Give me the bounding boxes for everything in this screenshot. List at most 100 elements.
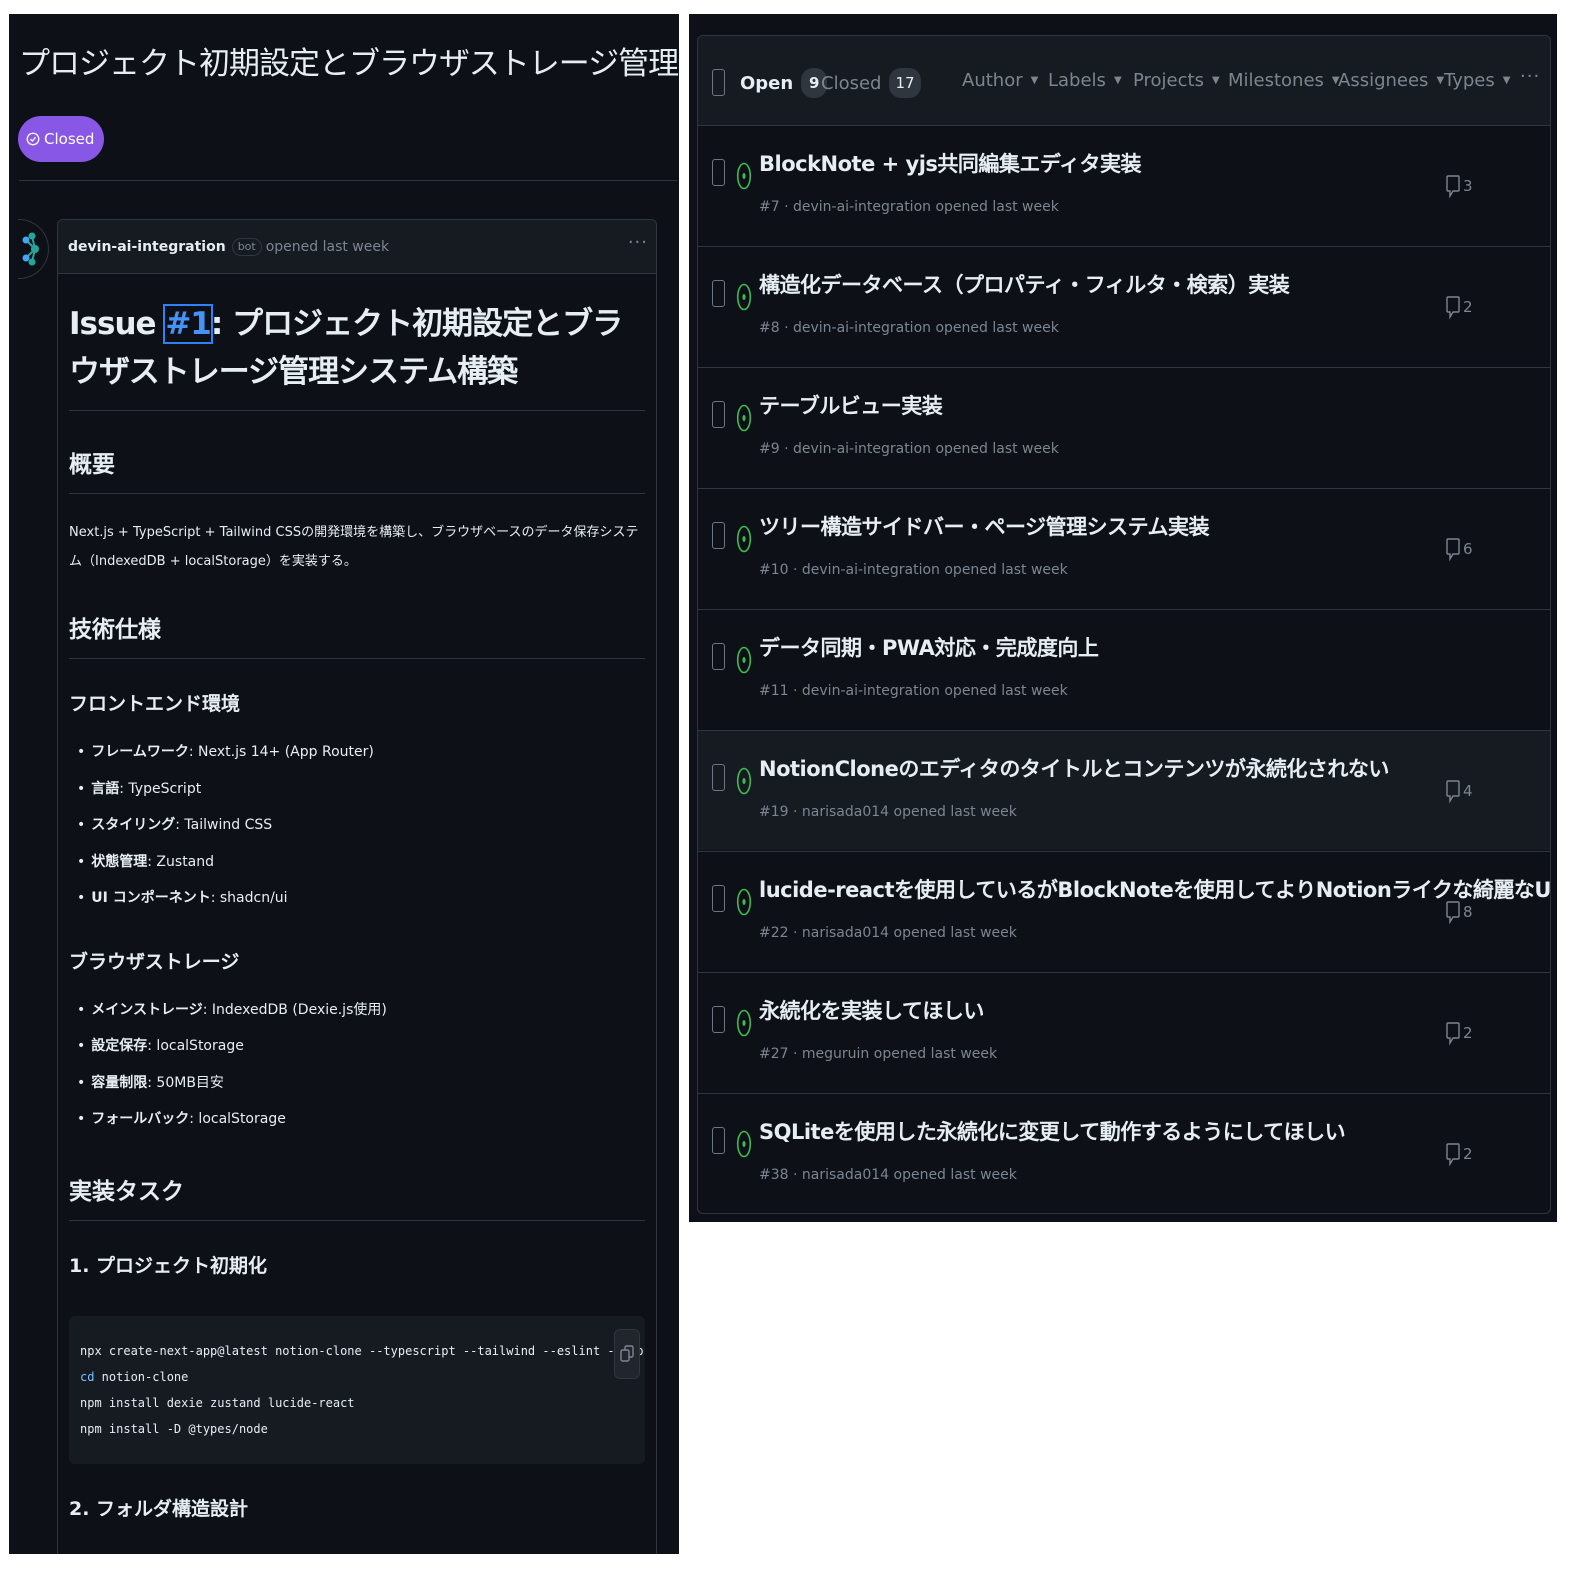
list-item-value: : Next.js 14+ (App Router) <box>188 744 374 760</box>
comment-count: 8 <box>1463 903 1473 921</box>
issue-row[interactable]: データ同期・PWA対応・完成度向上 #11 · devin-ai-integrat… <box>698 609 1550 729</box>
issue-checkbox[interactable] <box>712 401 725 428</box>
open-issues-tab[interactable]: Open 9 <box>740 68 828 98</box>
bot-badge: bot <box>231 237 262 256</box>
frontend-list: フレームワーク: Next.js 14+ (App Router) 言語: Ty… <box>69 734 645 917</box>
comment-body: Issue #1: プロジェクト初期設定とブラウザストレージ管理システム構築 概… <box>58 300 656 1521</box>
issue-meta: #9 · devin-ai-integration opened last we… <box>759 441 1059 457</box>
assignees-filter[interactable]: Assignees ▼ <box>1338 70 1444 91</box>
comment-count: 3 <box>1463 177 1473 195</box>
list-item-key: UI コンポーネント <box>91 890 211 906</box>
code-content[interactable]: npx create-next-app@latest notion-clone … <box>80 1338 644 1442</box>
issue-checkbox[interactable] <box>712 280 725 307</box>
comment-icon <box>1446 175 1460 199</box>
code-keyword: cd <box>80 1369 95 1384</box>
issue-open-icon <box>736 162 752 190</box>
frontend-heading: フロントエンド環境 <box>69 693 241 715</box>
issue-checkbox[interactable] <box>712 1127 725 1154</box>
issue-title-link[interactable]: データ同期・PWA対応・完成度向上 <box>759 632 1099 662</box>
issue-row[interactable]: ツリー構造サイドバー・ページ管理システム実装 #10 · devin-ai-int… <box>698 488 1550 608</box>
issue-title-text: プロジェクト初期設定とブラウザストレージ管理システム構築 <box>19 46 679 82</box>
issue-checkbox[interactable] <box>712 885 725 912</box>
list-item-key: 言語 <box>91 780 120 797</box>
caret-down-icon: ▼ <box>1436 75 1445 86</box>
issue-open-icon <box>736 767 752 795</box>
comment-count-link[interactable]: 6 <box>1446 536 1473 562</box>
types-filter[interactable]: Types ▼ <box>1444 70 1510 91</box>
copy-button[interactable] <box>614 1328 640 1379</box>
issue-title-link[interactable]: ツリー構造サイドバー・ページ管理システム実装 <box>759 511 1209 541</box>
list-item-key: フレームワーク <box>91 744 189 760</box>
filter-label: Projects <box>1133 70 1204 91</box>
select-all-checkbox[interactable] <box>712 69 725 96</box>
labels-filter[interactable]: Labels ▼ <box>1048 70 1122 91</box>
list-item-key: スタイリング <box>91 817 176 833</box>
list-item: メインストレージ: IndexedDB (Dexie.js使用) <box>77 992 645 1029</box>
code-line: notion-clone <box>94 1369 189 1384</box>
projects-filter[interactable]: Projects ▼ <box>1133 70 1220 91</box>
code-line: npm install -D @types/node <box>80 1421 268 1436</box>
open-tab-label: Open <box>740 72 794 94</box>
comment-icon <box>1446 901 1460 925</box>
issue-title-link[interactable]: SQLiteを使用した永続化に変更して動作するようにしてほしい <box>759 1116 1346 1146</box>
issue-title-link[interactable]: 構造化データベース（プロパティ・フィルタ・検索）実装 <box>759 269 1290 299</box>
issue-checkbox[interactable] <box>712 159 725 186</box>
filter-label: Author <box>962 70 1023 91</box>
issue-row[interactable]: lucide-reactを使用しているがBlockNoteを使用してよりNoti… <box>698 851 1550 971</box>
list-item-value: : localStorage <box>147 1038 244 1054</box>
comment-count-link[interactable]: 2 <box>1446 1020 1473 1046</box>
author-link[interactable]: devin-ai-integration <box>68 239 226 255</box>
comment-count-link[interactable]: 4 <box>1446 778 1473 804</box>
issue-meta: #11 · devin-ai-integration opened last w… <box>759 683 1068 699</box>
milestones-filter[interactable]: Milestones ▼ <box>1228 70 1340 91</box>
comment-header: devin-ai-integration bot opened last wee… <box>58 220 656 274</box>
issue-title-link[interactable]: BlockNote + yjs共同編集エディタ実装 <box>759 148 1141 178</box>
overview-heading: 概要 <box>69 445 645 494</box>
issue-title-link[interactable]: NotionCloneのエディタのタイトルとコンテンツが永続化されない <box>759 753 1389 783</box>
issue-row[interactable]: BlockNote + yjs共同編集エディタ実装 #7 · devin-ai-i… <box>698 125 1550 245</box>
list-item-key: 設定保存 <box>91 1038 148 1054</box>
issue-title: プロジェクト初期設定とブラウザストレージ管理システム構築#6 <box>19 38 679 83</box>
copy-icon <box>620 1344 634 1362</box>
issue-meta: #38 · narisada014 opened last week <box>759 1167 1017 1183</box>
author-filter[interactable]: Author ▼ <box>962 70 1038 91</box>
code-block: npx create-next-app@latest notion-clone … <box>69 1315 645 1464</box>
header-divider <box>19 180 677 181</box>
overview-text: Next.js + TypeScript + Tailwind CSSの開発環境… <box>69 525 639 569</box>
list-item: フォールバック: localStorage <box>77 1101 645 1138</box>
comment-options-icon[interactable]: ··· <box>628 232 648 253</box>
check-circle-icon <box>26 132 40 146</box>
issue-reference-link[interactable]: #1 <box>163 304 213 344</box>
opened-timestamp[interactable]: opened last week <box>266 239 389 255</box>
list-item: 容量制限: 50MB目安 <box>77 1065 645 1102</box>
issue-meta: #8 · devin-ai-integration opened last we… <box>759 320 1059 336</box>
issue-title-link[interactable]: lucide-reactを使用しているがBlockNoteを使用してよりNoti… <box>759 874 1550 904</box>
list-item-value: : Zustand <box>147 853 215 870</box>
issue-checkbox[interactable] <box>712 1006 725 1033</box>
issue-row[interactable]: SQLiteを使用した永続化に変更して動作するようにしてほしい #38 · nar… <box>698 1093 1550 1213</box>
list-item-value: : 50MB目安 <box>147 1074 224 1091</box>
issue-row[interactable]: 永続化を実装してほしい #27 · meguruin opened last we… <box>698 972 1550 1092</box>
tasks-heading: 実装タスク <box>69 1172 645 1221</box>
filter-label: Assignees <box>1338 70 1429 91</box>
filter-label: Milestones <box>1228 70 1324 91</box>
avatar[interactable] <box>18 219 49 279</box>
comment-count: 4 <box>1463 782 1473 800</box>
closed-issues-tab[interactable]: Closed 17 <box>821 68 921 98</box>
storage-list: メインストレージ: IndexedDB (Dexie.js使用) 設定保存: l… <box>69 992 645 1138</box>
list-item-value: : Tailwind CSS <box>175 817 273 833</box>
issue-row[interactable]: テーブルビュー実装 #9 · devin-ai-integration opene… <box>698 367 1550 487</box>
comment-count-link[interactable]: 3 <box>1446 173 1473 199</box>
issue-open-icon <box>736 646 752 674</box>
issue-row[interactable]: NotionCloneのエディタのタイトルとコンテンツが永続化されない #19 ·… <box>698 730 1550 850</box>
issue-checkbox[interactable] <box>712 764 725 791</box>
issue-title-link[interactable]: 永続化を実装してほしい <box>759 995 984 1025</box>
comment-count-link[interactable]: 2 <box>1446 294 1473 320</box>
comment-count-link[interactable]: 8 <box>1446 899 1473 925</box>
comment-count-link[interactable]: 2 <box>1446 1141 1473 1167</box>
issue-checkbox[interactable] <box>712 522 725 549</box>
issue-checkbox[interactable] <box>712 643 725 670</box>
issue-row[interactable]: 構造化データベース（プロパティ・フィルタ・検索）実装 #8 · devin-ai-… <box>698 246 1550 366</box>
issue-title-link[interactable]: テーブルビュー実装 <box>759 390 943 420</box>
more-options-icon[interactable]: ··· <box>1520 66 1540 87</box>
